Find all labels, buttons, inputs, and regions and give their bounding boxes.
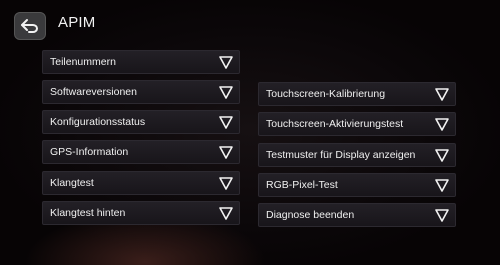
menu-item-klangtest[interactable]: Klangtest — [42, 171, 240, 195]
back-button[interactable] — [14, 12, 46, 40]
triangle-down-icon — [435, 118, 449, 131]
menu-item-konfigurationsstatus[interactable]: Konfigurationsstatus — [42, 110, 240, 134]
menu-item-label: Klangtest — [50, 177, 94, 189]
back-arrow-icon — [21, 19, 38, 33]
menu-item-rgb-pixel-test[interactable]: RGB-Pixel-Test — [258, 173, 456, 197]
menu-item-klangtest-hinten[interactable]: Klangtest hinten — [42, 201, 240, 225]
page-title: APIM — [58, 14, 96, 31]
triangle-down-icon — [435, 149, 449, 162]
menu-item-label: Testmuster für Display anzeigen — [266, 149, 416, 161]
menu-item-gps-information[interactable]: GPS-Information — [42, 140, 240, 164]
triangle-down-icon — [219, 56, 233, 69]
triangle-down-icon — [219, 86, 233, 99]
menu-item-label: Klangtest hinten — [50, 207, 126, 219]
triangle-down-icon — [435, 179, 449, 192]
menu-item-label: Teilenummern — [50, 56, 116, 68]
menu-item-softwareversionen[interactable]: Softwareversionen — [42, 80, 240, 104]
screen-background: APIM Teilenummern Softwareversionen Konf… — [0, 0, 500, 265]
menu-item-diagnose-beenden[interactable]: Diagnose beenden — [258, 203, 456, 227]
menu-item-testmuster-display[interactable]: Testmuster für Display anzeigen — [258, 143, 456, 167]
menu-item-label: Konfigurationsstatus — [50, 116, 146, 128]
menu-item-teilenummern[interactable]: Teilenummern — [42, 50, 240, 74]
triangle-down-icon — [219, 116, 233, 129]
triangle-down-icon — [435, 88, 449, 101]
menu-item-label: Touchscreen-Aktivierungstest — [266, 118, 404, 130]
triangle-down-icon — [435, 209, 449, 222]
menu-item-label: Diagnose beenden — [266, 209, 355, 221]
menu-item-touchscreen-kalibrierung[interactable]: Touchscreen-Kalibrierung — [258, 82, 456, 106]
triangle-down-icon — [219, 207, 233, 220]
triangle-down-icon — [219, 177, 233, 190]
menu-item-label: RGB-Pixel-Test — [266, 179, 338, 191]
menu-item-touchscreen-aktivierungstest[interactable]: Touchscreen-Aktivierungstest — [258, 112, 456, 136]
triangle-down-icon — [219, 146, 233, 159]
menu-item-label: GPS-Information — [50, 146, 129, 158]
menu-item-label: Softwareversionen — [50, 86, 137, 98]
menu-item-label: Touchscreen-Kalibrierung — [266, 88, 386, 100]
